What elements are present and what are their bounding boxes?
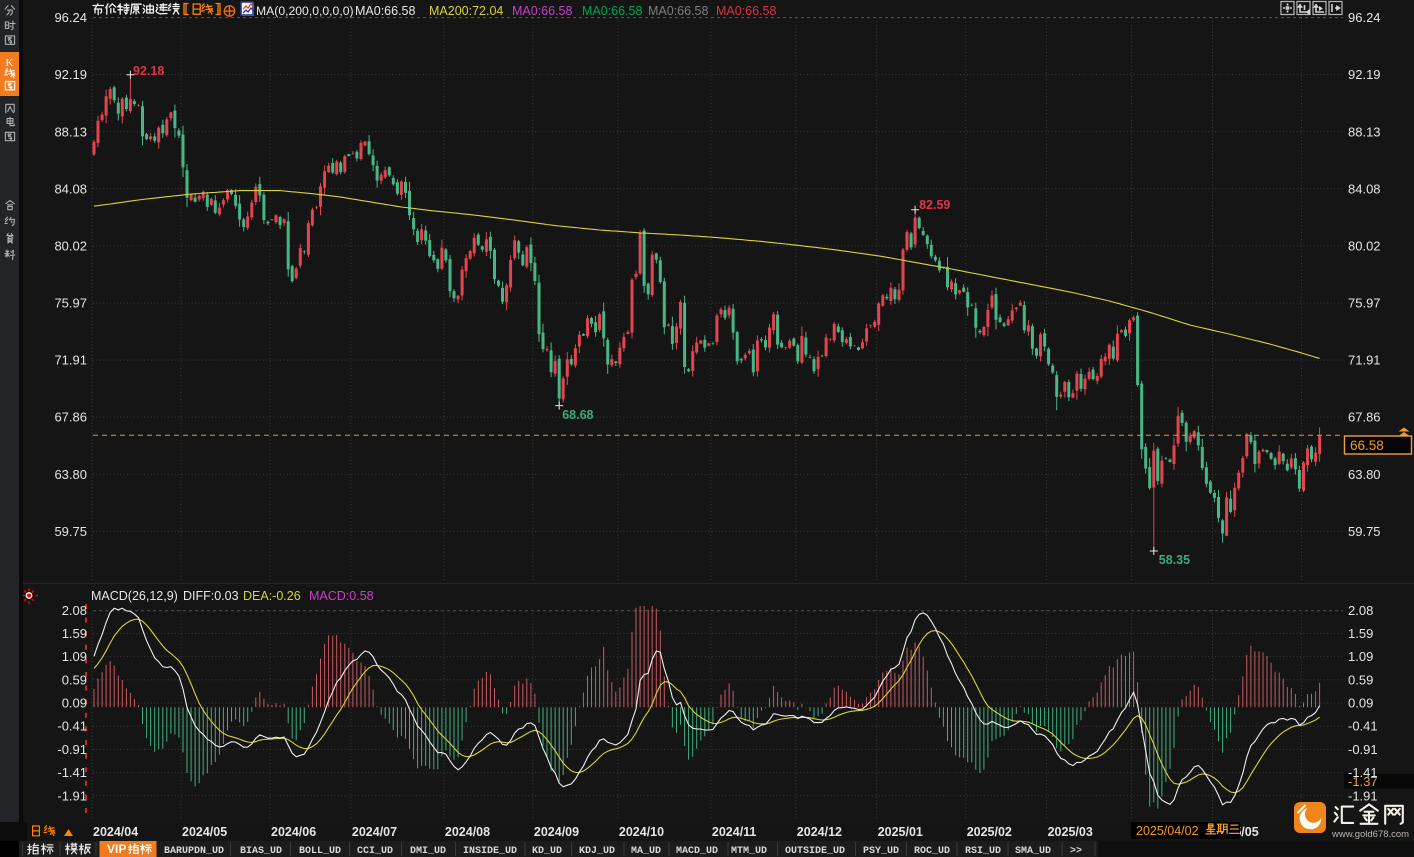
svg-text:KDJ_UD: KDJ_UD bbox=[579, 846, 615, 857]
svg-text:2024/06: 2024/06 bbox=[271, 825, 316, 839]
svg-text:SMA_UD: SMA_UD bbox=[1015, 846, 1051, 857]
svg-text:80.02: 80.02 bbox=[54, 238, 87, 253]
svg-text:DMI_UD: DMI_UD bbox=[410, 846, 446, 857]
svg-text:MA0:66.58: MA0:66.58 bbox=[355, 4, 416, 18]
svg-text:0.59: 0.59 bbox=[1348, 672, 1373, 687]
svg-text:88.13: 88.13 bbox=[54, 124, 87, 139]
svg-text:2024/09: 2024/09 bbox=[534, 825, 579, 839]
svg-text:68.68: 68.68 bbox=[562, 408, 593, 422]
svg-text:2024/12: 2024/12 bbox=[797, 825, 842, 839]
svg-text:PSY_UD: PSY_UD bbox=[863, 846, 899, 857]
svg-text:-1.91: -1.91 bbox=[57, 788, 87, 803]
svg-text:K: K bbox=[6, 57, 14, 69]
svg-text:-0.41: -0.41 bbox=[1348, 719, 1378, 734]
svg-text:BOLL_UD: BOLL_UD bbox=[299, 846, 341, 857]
svg-text:-0.91: -0.91 bbox=[1348, 742, 1378, 757]
svg-text:DIFF:0.03: DIFF:0.03 bbox=[183, 589, 239, 603]
svg-text:2024/08: 2024/08 bbox=[445, 825, 490, 839]
svg-text:MA0:66.58: MA0:66.58 bbox=[512, 4, 573, 18]
svg-text:BIAS_UD: BIAS_UD bbox=[240, 846, 282, 857]
svg-text:59.75: 59.75 bbox=[54, 524, 87, 539]
svg-text:-0.91: -0.91 bbox=[57, 742, 87, 757]
svg-text:1.09: 1.09 bbox=[1348, 649, 1373, 664]
svg-text:2024/07: 2024/07 bbox=[352, 825, 397, 839]
svg-text:MACD:0.58: MACD:0.58 bbox=[309, 589, 374, 603]
svg-text:2024/11: 2024/11 bbox=[712, 825, 757, 839]
svg-text:MA_UD: MA_UD bbox=[631, 846, 661, 857]
svg-text:66.58: 66.58 bbox=[1350, 438, 1384, 453]
svg-text:71.91: 71.91 bbox=[1348, 353, 1381, 368]
svg-text:0.59: 0.59 bbox=[62, 672, 87, 687]
svg-text:BARUPDN_UD: BARUPDN_UD bbox=[164, 846, 224, 857]
svg-text:ROC_UD: ROC_UD bbox=[914, 846, 950, 857]
svg-text:OUTSIDE_UD: OUTSIDE_UD bbox=[785, 846, 845, 857]
svg-text:2025/04/02: 2025/04/02 bbox=[1136, 824, 1199, 838]
svg-text:96.24: 96.24 bbox=[1348, 10, 1381, 25]
svg-text:KD_UD: KD_UD bbox=[532, 846, 562, 857]
svg-text:67.86: 67.86 bbox=[1348, 410, 1381, 425]
svg-text:80.02: 80.02 bbox=[1348, 238, 1381, 253]
svg-text:0.09: 0.09 bbox=[1348, 696, 1373, 711]
svg-text:CCI_UD: CCI_UD bbox=[357, 846, 393, 857]
svg-text:2025/03: 2025/03 bbox=[1048, 825, 1093, 839]
svg-text:2024/04: 2024/04 bbox=[93, 825, 138, 839]
svg-text:2024/05: 2024/05 bbox=[182, 825, 227, 839]
svg-text:84.08: 84.08 bbox=[54, 181, 87, 196]
svg-text:VIP: VIP bbox=[107, 842, 126, 856]
svg-text:2025/02: 2025/02 bbox=[967, 825, 1012, 839]
svg-text:67.86: 67.86 bbox=[54, 410, 87, 425]
svg-text:MACD(26,12,9): MACD(26,12,9) bbox=[91, 589, 178, 603]
svg-text:2.08: 2.08 bbox=[1348, 603, 1373, 618]
svg-text:0.09: 0.09 bbox=[62, 696, 87, 711]
svg-text:-0.41: -0.41 bbox=[57, 719, 87, 734]
svg-text:1.09: 1.09 bbox=[62, 649, 87, 664]
svg-text:RSI_UD: RSI_UD bbox=[965, 846, 1001, 857]
svg-text:MA0:66.58: MA0:66.58 bbox=[648, 4, 709, 18]
svg-text:2024/10: 2024/10 bbox=[619, 825, 664, 839]
svg-text:-1.41: -1.41 bbox=[57, 765, 87, 780]
svg-text:MA0:66.58: MA0:66.58 bbox=[716, 4, 777, 18]
svg-text:59.75: 59.75 bbox=[1348, 524, 1381, 539]
svg-text:1.59: 1.59 bbox=[1348, 626, 1373, 641]
svg-text:2025/01: 2025/01 bbox=[878, 825, 923, 839]
svg-text:92.19: 92.19 bbox=[1348, 67, 1381, 82]
svg-text:2.08: 2.08 bbox=[62, 603, 87, 618]
svg-text:92.18: 92.18 bbox=[133, 64, 164, 78]
svg-text:>>: >> bbox=[1070, 846, 1082, 857]
svg-text:MTM_UD: MTM_UD bbox=[731, 846, 767, 857]
svg-text:MA(0,200,0,0,0,0): MA(0,200,0,0,0,0) bbox=[256, 4, 354, 18]
svg-text:63.80: 63.80 bbox=[54, 467, 87, 482]
svg-text:92.19: 92.19 bbox=[54, 67, 87, 82]
svg-text:INSIDE_UD: INSIDE_UD bbox=[463, 846, 517, 857]
svg-text:58.35: 58.35 bbox=[1159, 553, 1190, 567]
svg-text:96.24: 96.24 bbox=[54, 10, 87, 25]
svg-text:84.08: 84.08 bbox=[1348, 181, 1381, 196]
svg-text:88.13: 88.13 bbox=[1348, 124, 1381, 139]
svg-text:DEA:-0.26: DEA:-0.26 bbox=[243, 589, 301, 603]
svg-text:75.97: 75.97 bbox=[54, 296, 87, 311]
svg-text:75.97: 75.97 bbox=[1348, 296, 1381, 311]
svg-text:82.59: 82.59 bbox=[919, 198, 950, 212]
svg-text:www.gold678.com: www.gold678.com bbox=[1331, 829, 1409, 840]
svg-text:71.91: 71.91 bbox=[54, 353, 87, 368]
svg-text:MA0:66.58: MA0:66.58 bbox=[582, 4, 643, 18]
svg-text:-1.91: -1.91 bbox=[1348, 788, 1378, 803]
svg-text:63.80: 63.80 bbox=[1348, 467, 1381, 482]
svg-text:MA200:72.04: MA200:72.04 bbox=[429, 4, 503, 18]
svg-text:1.59: 1.59 bbox=[62, 626, 87, 641]
svg-text:MACD_UD: MACD_UD bbox=[676, 846, 718, 857]
svg-text:-1.37: -1.37 bbox=[1348, 774, 1378, 789]
